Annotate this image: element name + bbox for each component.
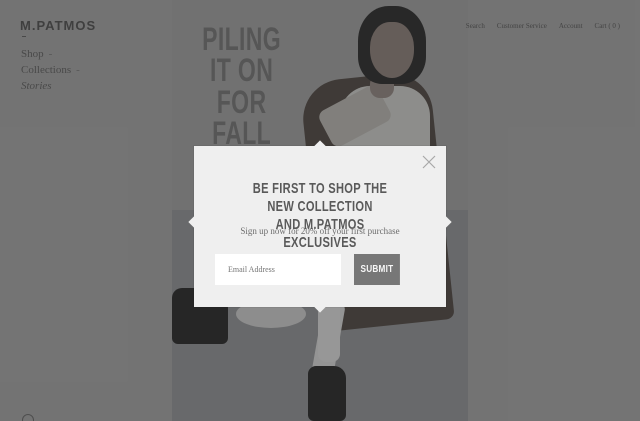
close-icon[interactable] [422,155,436,169]
hero-headline-line: FOR FALL [212,83,272,152]
modal-subtitle: Sign up now for 20% off your first purch… [240,226,400,236]
signup-form: SUBMIT [215,254,413,285]
right-background-panel [468,0,640,421]
left-nav-item-label: Collections [21,64,72,76]
page: PILING IT ON FOR FALL M.PATMOS Shop - Col… [0,0,640,421]
top-nav-search[interactable]: Search [466,22,485,30]
email-field[interactable] [215,254,341,285]
hero-boot-right [308,366,346,421]
submit-button[interactable]: SUBMIT [354,254,400,285]
left-nav-item-label: Stories [21,80,52,92]
left-nav-item-collections[interactable]: Collections - [21,62,80,78]
top-nav-account[interactable]: Account [559,22,583,30]
hero-headline-line: IT ON [209,52,274,89]
close-icon-graphic [422,155,436,169]
left-nav-item-label: Shop [21,48,44,60]
circle-icon[interactable] [22,414,34,421]
hero-headline: PILING IT ON FOR FALL [202,21,282,152]
logo-underline [22,36,26,37]
left-nav-item-stories[interactable]: Stories [21,78,80,94]
newsletter-modal: BE FIRST TO SHOP THE NEW COLLECTION AND … [188,140,452,313]
brand-logo[interactable]: M.PATMOS [20,18,96,33]
hero-model-face [370,22,414,78]
left-nav: Shop - Collections - Stories [21,46,80,94]
left-nav-item-dash: - [48,48,53,60]
top-nav-cart[interactable]: Cart ( 0 ) [595,22,620,30]
top-nav-customer-service[interactable]: Customer Service [497,22,547,30]
left-nav-item-dash: - [76,64,80,76]
hero-headline-line: PILING [202,21,282,57]
left-nav-item-shop[interactable]: Shop - [21,46,80,62]
top-nav: Search Customer Service Account Cart ( 0… [466,22,620,30]
modal-title-line: BE FIRST TO SHOP THE NEW COLLECTION [252,180,388,215]
modal-title: BE FIRST TO SHOP THE NEW COLLECTION AND … [240,180,400,252]
